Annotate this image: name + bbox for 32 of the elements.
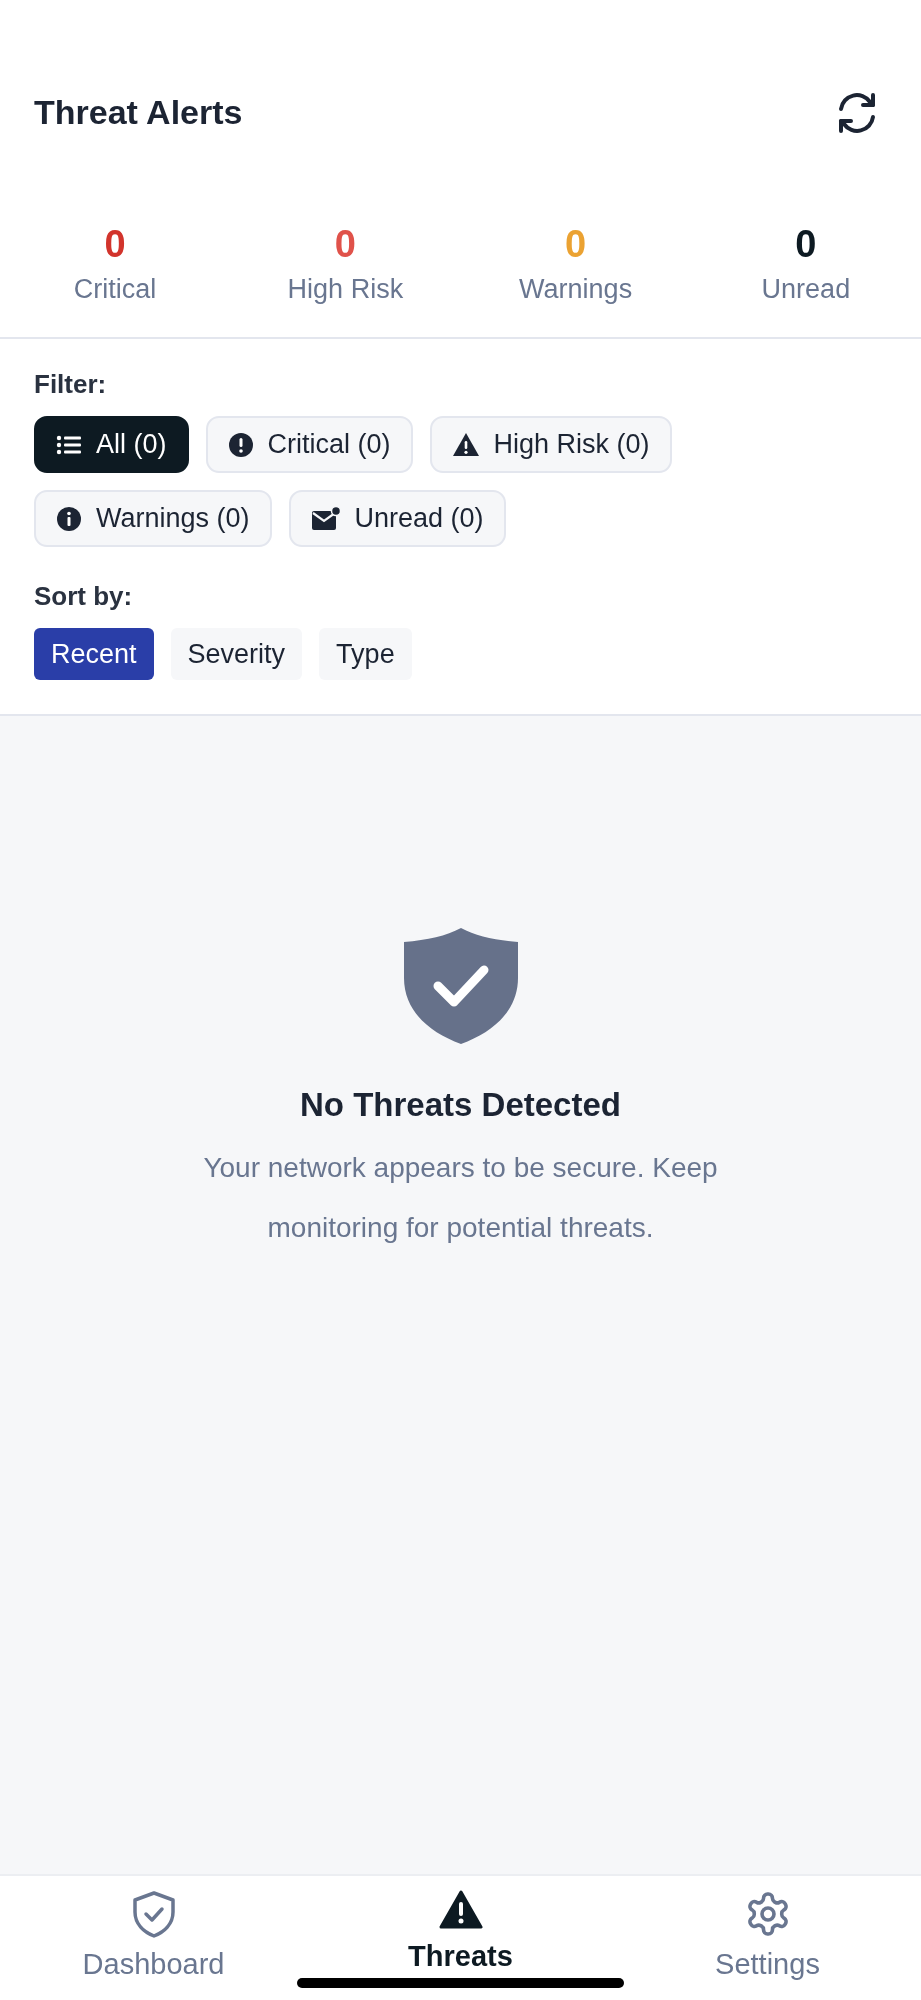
filter-chip[interactable]: Critical (0) [205,416,413,473]
filter-chip[interactable]: High Risk (0) [429,416,672,473]
sort-option[interactable]: Severity [170,628,303,680]
shield-check-icon [401,926,520,1046]
stat-count: 0 [565,223,587,266]
filter-label: Filter: [34,369,108,400]
shield-check-icon [130,1890,177,1938]
list-icon [56,433,82,456]
stat-label: Unread [761,274,851,305]
sort-option[interactable]: Recent [34,628,154,680]
tab-bar-item[interactable]: Settings [614,1876,921,2000]
filter-chip[interactable]: Unread (0) [288,490,506,547]
stat-label: High Risk [287,274,404,305]
stat-count: 0 [334,223,356,266]
exclamation-icon [227,431,254,458]
warning-icon [438,1890,483,1930]
tab-bar-item[interactable]: Dashboard [0,1876,307,2000]
empty-message: Your network appears to be secure. Keep monitoring for potential threats. [202,1151,719,1245]
warning-icon [451,432,480,457]
stat-label: Warnings [519,274,633,305]
stat-count: 0 [795,223,817,266]
stat-label: Critical [73,274,157,305]
filter-chip[interactable]: All (0) [34,416,189,473]
filter-chip[interactable]: Warnings (0) [34,490,272,547]
mail-icon [310,505,341,532]
sort-label: Sort by: [34,581,134,612]
page-title: Threat Alerts [34,93,243,132]
empty-title: No Threats Detected [300,1086,621,1124]
tab-bar-item[interactable]: Threats [307,1876,614,2000]
info-icon [56,505,82,532]
stat-count: 0 [104,223,126,266]
sort-option[interactable]: Type [319,628,412,680]
